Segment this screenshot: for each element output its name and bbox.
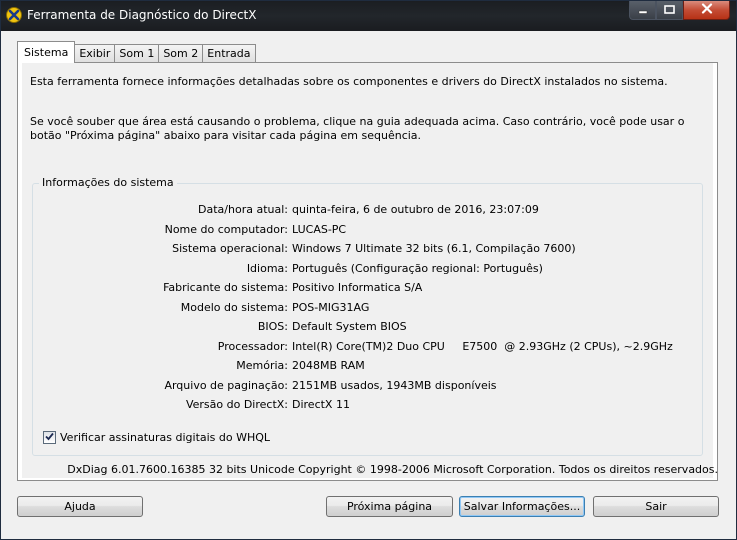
info-label: Modelo do sistema: — [180, 300, 288, 314]
intro-text-2: Se você souber que área está causando o … — [30, 115, 685, 142]
info-label: Nome do computador: — [164, 222, 288, 236]
info-value: DirectX 11 — [292, 398, 350, 411]
copyright-text: DxDiag 6.01.7600.16385 32 bits Unicode C… — [67, 463, 718, 476]
exit-button[interactable]: Sair — [593, 496, 719, 517]
system-info-group: Informações do sistema Data/hora atual: … — [32, 176, 704, 456]
info-value: 2151MB usados, 1943MB disponíveis — [292, 378, 497, 392]
info-row-computer-name: Nome do computador: LUCAS-PC — [33, 223, 704, 237]
whql-checkbox-label: Verificar assinaturas digitais do WHQL — [60, 431, 271, 444]
title-bar[interactable]: Ferramenta de Diagnóstico do DirectX — [1, 1, 736, 31]
info-value: Windows 7 Ultimate 32 bits (6.1, Compila… — [292, 242, 576, 255]
info-label: BIOS: — [257, 320, 288, 333]
exit-button-label: Sair — [645, 500, 667, 513]
info-value: Default System BIOS — [292, 320, 407, 333]
info-row-model: Modelo do sistema: POS-MIG31AG — [33, 301, 704, 315]
dialog-client-area: Sistema Exibir Som 1 Som 2 Entrada Esta … — [7, 31, 730, 533]
maximize-icon — [664, 4, 675, 17]
minimize-icon — [638, 4, 648, 17]
info-label: Arquivo de paginação: — [164, 378, 288, 392]
whql-checkbox-row[interactable]: Verificar assinaturas digitais do WHQL — [43, 431, 270, 444]
info-row-directx-version: Versão do DirectX: DirectX 11 — [33, 398, 704, 412]
info-value: Intel(R) Core(TM)2 Duo CPU E7500 @ 2.93G… — [292, 339, 673, 353]
info-label: Data/hora atual: — [198, 203, 288, 216]
next-page-button[interactable]: Próxima página — [326, 496, 453, 517]
info-row-date: Data/hora atual: quinta-feira, 6 de outu… — [33, 203, 704, 217]
directx-icon — [6, 7, 22, 23]
dxdiag-window: Ferramenta de Diagnóstico do DirectX Sis… — [0, 0, 737, 540]
info-label: Fabricante do sistema: — [163, 281, 288, 294]
help-button[interactable]: Ajuda — [17, 496, 143, 517]
info-row-bios: BIOS: Default System BIOS — [33, 320, 704, 334]
whql-checkbox[interactable] — [43, 431, 56, 444]
tab-som-2[interactable]: Som 2 — [158, 44, 204, 63]
info-row-memory: Memória: 2048MB RAM — [33, 359, 704, 373]
tab-strip: Sistema Exibir Som 1 Som 2 Entrada — [17, 41, 256, 63]
save-info-button[interactable]: Salvar Informações... — [459, 496, 585, 517]
system-info-title: Informações do sistema — [39, 176, 177, 189]
tab-som-1[interactable]: Som 1 — [114, 44, 160, 63]
info-value: LUCAS-PC — [292, 222, 347, 236]
system-page: Esta ferramenta fornece informações deta… — [22, 63, 713, 478]
help-button-label: Ajuda — [64, 500, 96, 513]
info-row-os: Sistema operacional: Windows 7 Ultimate … — [33, 242, 704, 256]
info-row-processor: Processador: Intel(R) Core(TM)2 Duo CPU … — [33, 340, 704, 354]
info-value: POS-MIG31AG — [292, 300, 370, 314]
tab-entrada[interactable]: Entrada — [202, 44, 256, 63]
caption-buttons — [629, 1, 730, 21]
info-label: Idioma: — [246, 261, 288, 275]
next-page-button-label: Próxima página — [346, 500, 433, 513]
info-value: quinta-feira, 6 de outubro de 2016, 23:0… — [292, 203, 539, 216]
minimize-button[interactable] — [629, 1, 656, 20]
window-title: Ferramenta de Diagnóstico do DirectX — [27, 8, 257, 22]
tab-exibir[interactable]: Exibir — [74, 44, 116, 63]
close-icon — [701, 3, 713, 17]
tab-sistema[interactable]: Sistema — [17, 41, 76, 63]
info-label: Sistema operacional: — [172, 242, 288, 255]
info-row-language: Idioma: Português (Configuração regional… — [33, 262, 704, 276]
info-value: Positivo Informatica S/A — [292, 281, 423, 294]
info-value: 2048MB RAM — [292, 359, 365, 372]
close-button[interactable] — [683, 1, 730, 20]
tab-panel-sistema: Esta ferramenta fornece informações deta… — [17, 62, 718, 481]
maximize-button[interactable] — [656, 1, 683, 20]
checkmark-icon — [45, 431, 54, 444]
info-row-manufacturer: Fabricante do sistema: Positivo Informat… — [33, 281, 704, 295]
info-row-pagefile: Arquivo de paginação: 2151MB usados, 194… — [33, 379, 704, 393]
save-info-button-label: Salvar Informações... — [463, 500, 581, 513]
info-label: Memória: — [236, 359, 288, 372]
info-label: Versão do DirectX: — [185, 398, 288, 411]
intro-text-1: Esta ferramenta fornece informações deta… — [30, 75, 668, 88]
info-value: Português (Configuração regional: Portug… — [292, 261, 543, 275]
info-label: Processador: — [217, 339, 288, 353]
